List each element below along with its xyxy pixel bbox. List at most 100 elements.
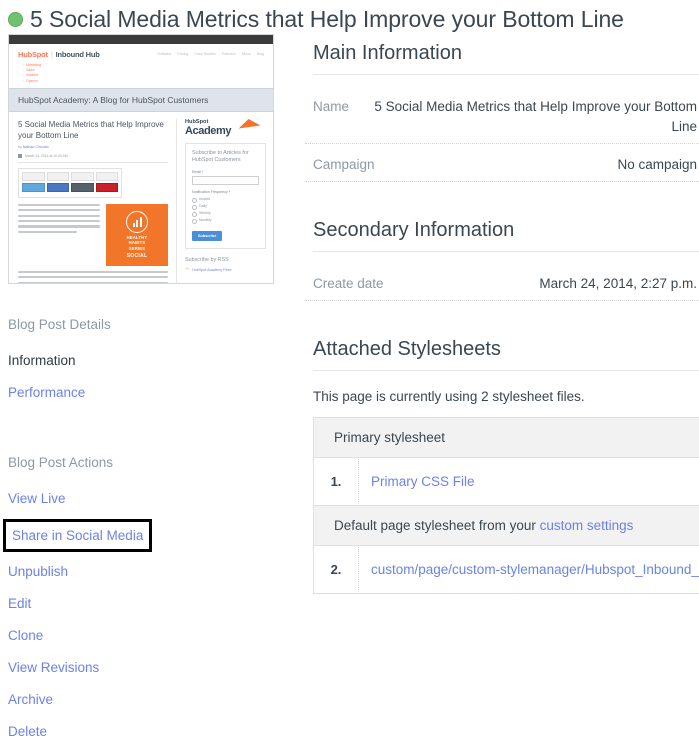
sidebar-action-archive[interactable]: Archive	[8, 691, 53, 708]
preview-article-title: 5 Social Media Metrics that Help Improve…	[18, 119, 168, 141]
preview-body-paragraph	[18, 271, 168, 284]
badge-subject: SOCIAL	[127, 253, 148, 259]
twitter-share-icon	[22, 183, 45, 192]
share-chip-icon	[47, 172, 70, 181]
info-value-campaign: No campaign	[617, 155, 697, 175]
info-row-create-date: Create date March 24, 2014, 2:27 p.m.	[305, 274, 699, 301]
rss-feed-link[interactable]: HubSpot Academy Feed	[185, 267, 266, 273]
sidebar-item-information[interactable]: Information	[8, 352, 76, 369]
info-label-create-date: Create date	[313, 274, 396, 294]
rss-section-title: Subscribe by RSS	[185, 257, 266, 263]
blog-post-preview-thumbnail[interactable]: HubSpot|Inbound Hub Software Pricing Cas…	[8, 34, 274, 284]
info-label-name: Name	[313, 97, 361, 117]
preview-sub-nav: Marketing Sales Insiders Opinion	[9, 62, 273, 88]
stylesheet-group-default-text: Default page stylesheet from your	[334, 518, 540, 533]
email-field-label: Email *	[192, 170, 259, 174]
email-input[interactable]	[192, 176, 259, 185]
info-value-create-date: March 24, 2014, 2:27 p.m.	[539, 274, 697, 294]
info-row-campaign: Campaign No campaign	[305, 155, 699, 182]
right-column: Main Information Name 5 Social Media Met…	[295, 34, 699, 594]
info-label-campaign: Campaign	[313, 155, 387, 175]
attached-stylesheets-title: Attached Stylesheets	[313, 338, 699, 371]
preview-byline-prefix: by	[18, 145, 22, 149]
sidebar-action-view-live[interactable]: View Live	[8, 490, 66, 507]
section-spacer	[305, 312, 699, 338]
stylesheet-group-default: Default page stylesheet from your custom…	[314, 506, 699, 546]
frequency-radio-daily[interactable]: Daily	[192, 203, 259, 210]
table-row: 1. Primary CSS File	[314, 458, 699, 506]
stylesheet-group-primary: Primary stylesheet	[314, 418, 699, 458]
preview-nav-item: Case Studies	[194, 52, 215, 56]
preview-byline: by Nathan Chuvalo	[18, 145, 168, 149]
share-chip-icon	[71, 172, 94, 181]
share-chip-icon	[96, 172, 119, 181]
facebook-share-icon	[47, 183, 70, 192]
blog-post-actions-heading: Blog Post Actions	[8, 455, 295, 470]
sidebar-action-clone[interactable]: Clone	[8, 627, 43, 644]
preview-date: March 24, 2014 at 10:00 AM	[18, 154, 168, 163]
academy-logo-bottom: Academy	[185, 125, 266, 137]
share-chip-icon	[22, 172, 45, 181]
hubspot-academy-logo: HubSpot Academy	[185, 119, 266, 137]
primary-css-file-link[interactable]: Primary CSS File	[359, 474, 475, 489]
attached-stylesheets-table: Primary stylesheet 1. Primary CSS File D…	[313, 417, 699, 594]
left-column: HubSpot|Inbound Hub Software Pricing Cas…	[0, 34, 295, 755]
preview-site-header: HubSpot|Inbound Hub Software Pricing Cas…	[9, 44, 273, 62]
main-information-title: Main Information	[313, 42, 699, 75]
preview-subnav-item: Opinion	[23, 79, 273, 84]
custom-settings-link[interactable]: custom settings	[540, 518, 634, 533]
info-row-name: Name 5 Social Media Metrics that Help Im…	[305, 97, 699, 144]
row-number: 2.	[314, 547, 359, 592]
frequency-radio-monthly[interactable]: Monthly	[192, 217, 259, 224]
subscribe-form-title: Subscribe to Articles for HubSpot Custom…	[192, 150, 259, 165]
share-widget-row	[22, 183, 118, 192]
page-title-bar: 5 Social Media Metrics that Help Improve…	[0, 0, 699, 34]
custom-stylesheet-link[interactable]: custom/page/custom-stylemanager/Hubspot_…	[359, 562, 699, 577]
secondary-information-title: Secondary Information	[313, 219, 699, 252]
sidebar-action-view-revisions[interactable]: View Revisions	[8, 659, 99, 676]
preview-byline-author: Nathan Chuvalo	[23, 145, 49, 149]
frequency-radio-instant[interactable]: Instant	[192, 196, 259, 203]
frequency-radio-weekly[interactable]: Weekly	[192, 210, 259, 217]
frequency-label: Notification Frequency *	[192, 190, 259, 194]
subscribe-form: Subscribe to Articles for HubSpot Custom…	[185, 143, 266, 249]
preview-logo-secondary: Inbound Hub	[56, 50, 100, 59]
pinterest-share-icon	[96, 183, 119, 192]
badge-line-3: SERIES	[129, 246, 146, 251]
page-title: 5 Social Media Metrics that Help Improve…	[30, 6, 624, 33]
healthy-habits-series-badge: HEALTHY HABITS SERIES SOCIAL	[106, 204, 168, 266]
section-spacer	[305, 193, 699, 219]
preview-nav-item: Pricing	[177, 52, 188, 56]
sidebar-action-unpublish[interactable]: Unpublish	[8, 563, 68, 580]
preview-sidebar: HubSpot Academy Subscribe to Articles fo…	[176, 119, 273, 284]
share-widget-row	[22, 172, 118, 181]
sidebar-action-share-in-social-media[interactable]: Share in Social Media	[6, 522, 149, 549]
sidebar-item-performance[interactable]: Performance	[8, 384, 85, 401]
preview-logo: HubSpot|Inbound Hub	[18, 50, 100, 59]
table-row: 2. custom/page/custom-stylemanager/Hubsp…	[314, 546, 699, 594]
preview-article: 5 Social Media Metrics that Help Improve…	[9, 119, 176, 284]
preview-nav-item: Partners	[222, 52, 236, 56]
preview-nav-item: About	[241, 52, 250, 56]
sidebar-action-delete[interactable]: Delete	[8, 723, 47, 740]
blog-post-details-heading: Blog Post Details	[8, 317, 295, 332]
chart-icon	[126, 211, 148, 233]
row-number: 1.	[314, 459, 359, 504]
subscribe-button[interactable]: Subscribe	[192, 231, 222, 241]
preview-banner: HubSpot Academy: A Blog for HubSpot Cust…	[9, 88, 273, 112]
preview-main-nav: Software Pricing Case Studies Partners A…	[157, 50, 264, 56]
stylesheet-count-note: This page is currently using 2 styleshee…	[313, 389, 699, 404]
preview-logo-primary: HubSpot	[18, 50, 48, 59]
linkedin-share-icon	[71, 183, 94, 192]
preview-text-lines	[18, 204, 100, 266]
sidebar-action-edit[interactable]: Edit	[8, 595, 31, 612]
preview-browser-bar	[9, 35, 273, 44]
green-status-dot	[8, 12, 23, 27]
preview-body: 5 Social Media Metrics that Help Improve…	[9, 112, 273, 284]
page-layout: HubSpot|Inbound Hub Software Pricing Cas…	[0, 34, 699, 755]
preview-intro-paragraph: HEALTHY HABITS SERIES SOCIAL	[18, 204, 168, 266]
blog-post-actions-group: Blog Post Actions View Live Share in Soc…	[8, 455, 295, 755]
preview-nav-item: Software	[157, 52, 171, 56]
preview-nav-item: Blog	[257, 52, 264, 56]
info-value-name: 5 Social Media Metrics that Help Improve…	[361, 97, 697, 137]
